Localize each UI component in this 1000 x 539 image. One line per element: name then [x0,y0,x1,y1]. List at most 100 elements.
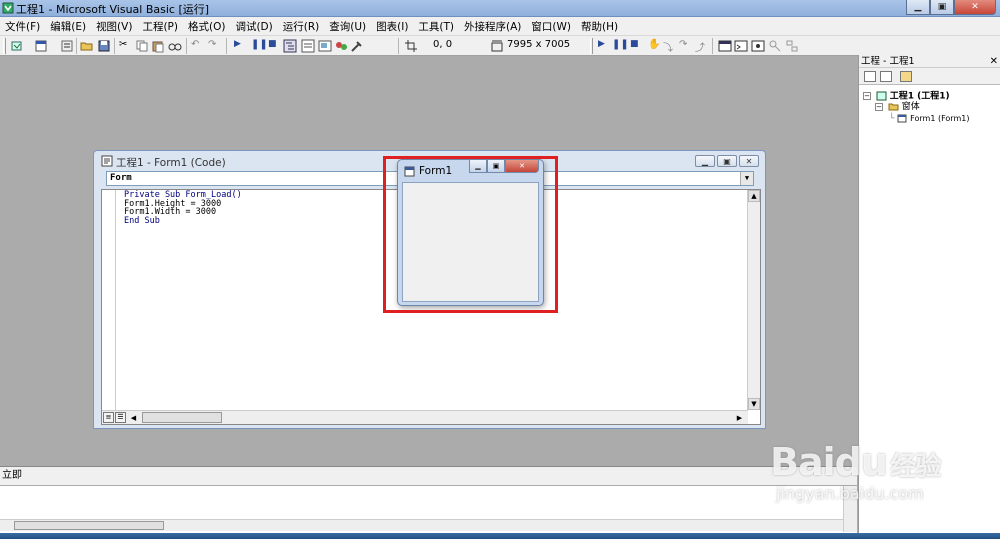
menu-addins[interactable]: 外接程序(A) [459,19,526,34]
scroll-thumb[interactable] [14,521,164,530]
code-vertical-scrollbar[interactable]: ▲ ▼ [747,190,760,410]
redo-icon[interactable]: ↷ [208,39,216,50]
project-tree: − 工程1 (工程1) − 窗体 └ Form1 (Form1) [863,91,969,124]
close-button[interactable]: ✕ [954,0,996,15]
menu-help[interactable]: 帮助(H) [576,19,623,34]
immediate-horizontal-scrollbar[interactable] [0,519,843,531]
code-horizontal-scrollbar[interactable]: ≡ ☰ ◀ ▶ [102,410,748,424]
save-project-icon[interactable] [97,39,111,53]
find-icon[interactable] [168,39,182,53]
chevron-down-icon[interactable]: ▼ [740,172,753,185]
vb-app-icon [2,2,14,14]
code-minimize-button[interactable]: ▁ [695,155,715,167]
menu-debug[interactable]: 调试(D) [230,19,277,34]
menu-tools[interactable]: 工具(T) [413,19,459,34]
add-project-icon[interactable] [10,39,24,53]
menu-query[interactable]: 查询(U) [324,19,371,34]
view-code-icon[interactable] [864,71,876,82]
folder-icon [888,103,899,111]
immediate-window[interactable]: 立即 [0,466,857,539]
toggle-folders-icon[interactable] [900,71,912,82]
highlight-box [383,156,558,313]
toggle-breakpoint-icon[interactable]: ✋ [648,39,660,50]
menu-project[interactable]: 工程(P) [137,19,183,34]
debug-toolbar-grip[interactable] [590,38,593,54]
quick-watch-icon[interactable] [768,39,782,53]
add-form-icon[interactable] [34,39,48,53]
taskbar [0,533,1000,539]
scroll-up-icon[interactable]: ▲ [748,190,760,202]
toolbox-icon[interactable] [350,39,364,53]
code-text[interactable]: Private Sub Form_Load() Form1.Height = 3… [124,191,242,225]
tree-project-label: 工程1 (工程1) [889,91,950,102]
step-out-icon[interactable]: ⤴ [695,39,705,54]
tree-folder-label: 窗体 [901,102,920,112]
undo-icon[interactable]: ↶ [191,39,199,50]
watermark-url: jingyan.baidu.com [776,484,924,503]
window-title: 工程1 - Microsoft Visual Basic [运行] [16,3,210,16]
project-explorer-icon[interactable] [283,39,297,53]
project-explorer-header: 工程 - 工程1 ✕ [859,55,1000,68]
watch-window-icon[interactable] [751,39,765,53]
maximize-button[interactable]: ▣ [930,0,954,15]
menu-editor-icon[interactable] [60,39,74,53]
immediate-window-icon[interactable] [734,39,748,53]
code-window-title: 工程1 - Form1 (Code) [116,157,226,169]
tree-node-forms-folder[interactable]: − 窗体 [863,102,969,113]
watermark-brand-cn: 经验 [890,452,941,482]
cut-icon[interactable]: ✂ [119,39,127,50]
copy-icon[interactable] [135,39,149,53]
standard-toolbar: ✂ ↶ ↷ ▶ ❚❚ ■ 0, 0 7995 x 7005 ▶ ❚❚ ■ ✋ ⤵… [0,36,1000,56]
collapse-icon[interactable]: − [863,92,871,100]
title-bar: 工程1 - Microsoft Visual Basic [运行] ▁ ▣ ✕ [0,0,1000,17]
menu-file[interactable]: 文件(F) [0,19,45,34]
object-browser-icon[interactable] [334,39,348,53]
code-restore-button[interactable]: ▣ [717,155,737,167]
scroll-left-icon[interactable]: ◀ [128,412,139,423]
debug-break-icon[interactable]: ❚❚ [612,39,629,50]
project-icon [876,91,887,101]
collapse-icon[interactable]: − [875,102,883,111]
end-icon[interactable]: ■ [268,39,277,49]
full-module-view-icon[interactable]: ☰ [115,412,126,423]
step-over-icon[interactable]: ↷ [679,39,687,50]
watermark-brand: Baidu [770,440,888,484]
menu-run[interactable]: 运行(R) [278,19,325,34]
toolbar-grip[interactable] [3,38,6,54]
break-icon[interactable]: ❚❚ [251,39,268,50]
debug-start-icon[interactable]: ▶ [598,39,605,49]
step-into-icon[interactable]: ⤵ [663,39,673,54]
paste-icon[interactable] [151,39,165,53]
procedure-view-icon[interactable]: ≡ [103,412,114,423]
scroll-thumb[interactable] [142,412,222,423]
immediate-window-title: 立即 [0,467,857,486]
locals-window-icon[interactable] [718,39,732,53]
minimize-button[interactable]: ▁ [906,0,930,15]
open-project-icon[interactable] [80,39,94,53]
position-icon [405,40,417,52]
breakpoint-margin[interactable] [102,190,116,410]
start-icon[interactable]: ▶ [234,39,241,49]
project-explorer-title: 工程 - 工程1 [861,56,915,67]
size-readout: 7995 x 7005 [507,39,571,50]
view-object-icon[interactable] [880,71,892,82]
size-icon [491,40,503,52]
tree-node-project[interactable]: − 工程1 (工程1) [863,91,969,102]
menu-window[interactable]: 窗口(W) [526,19,576,34]
menu-edit[interactable]: 编辑(E) [45,19,91,34]
menu-diagram[interactable]: 图表(I) [371,19,413,34]
properties-window-icon[interactable] [301,39,315,53]
call-stack-icon[interactable] [785,39,799,53]
form-layout-icon[interactable] [318,39,332,53]
scroll-down-icon[interactable]: ▼ [748,398,760,410]
code-close-button[interactable]: ✕ [739,155,759,167]
scroll-right-icon[interactable]: ▶ [734,412,745,423]
project-explorer-close-icon[interactable]: ✕ [990,55,998,68]
debug-end-icon[interactable]: ■ [630,39,639,49]
position-readout: 0, 0 [433,39,453,50]
menu-view[interactable]: 视图(V) [91,19,137,34]
code-window-icon [101,155,113,167]
tree-node-form1[interactable]: └ Form1 (Form1) [863,113,969,124]
project-explorer-toolbar [859,68,1000,85]
menu-format[interactable]: 格式(O) [183,19,230,34]
